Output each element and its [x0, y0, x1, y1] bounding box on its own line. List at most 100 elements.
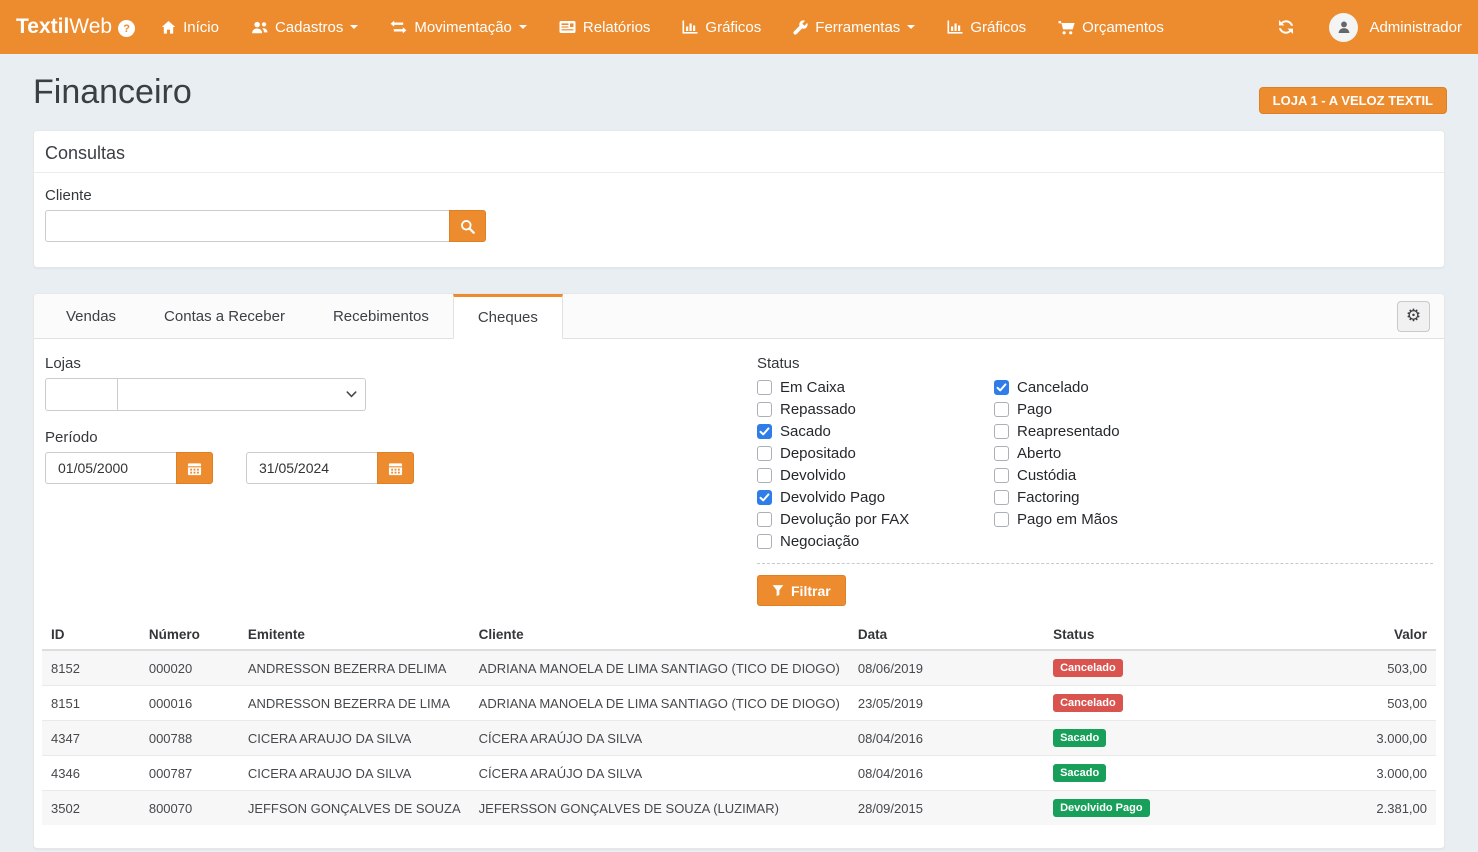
nav-item-label: Cadastros: [275, 19, 343, 36]
cell-emitente: ANDRESSON BEZERRA DELIMA: [239, 650, 470, 686]
user-avatar[interactable]: [1329, 13, 1358, 42]
cell-cliente: ADRIANA MANOELA DE LIMA SANTIAGO (TICO D…: [470, 686, 849, 721]
cell-id: 8152: [42, 650, 140, 686]
date-from-input[interactable]: [45, 452, 176, 484]
date-from-group: [45, 452, 213, 484]
checkbox[interactable]: [994, 424, 1009, 439]
date-to-calendar-button[interactable]: [377, 452, 414, 484]
filters-area: Lojas Período: [34, 355, 1444, 606]
checkbox[interactable]: [994, 446, 1009, 461]
gear-icon: ⚙: [1406, 308, 1421, 325]
filtrar-button[interactable]: Filtrar: [757, 575, 846, 606]
checkbox[interactable]: [994, 468, 1009, 483]
nav-item-graficos-1[interactable]: Gráficos: [666, 0, 777, 54]
checkbox-label: Em Caixa: [780, 379, 845, 396]
consultas-body: Cliente: [34, 173, 1444, 267]
store-button[interactable]: LOJA 1 - A VELOZ TEXTIL: [1259, 87, 1447, 114]
checkbox-label: Pago: [1017, 401, 1052, 418]
calendar-icon: [388, 461, 403, 476]
home-icon: [161, 20, 176, 35]
status-checkbox-pago[interactable]: Pago: [994, 402, 1120, 417]
status-checkbox-sacado[interactable]: Sacado: [757, 424, 994, 439]
table-header-row: ID Número Emitente Cliente Data Status V…: [42, 620, 1436, 650]
checkbox[interactable]: [757, 446, 772, 461]
checkbox[interactable]: [757, 424, 772, 439]
user-name[interactable]: Administrador: [1369, 19, 1462, 36]
table-row[interactable]: 3502 800070 JEFFSON GONÇALVES DE SOUZA J…: [42, 791, 1436, 826]
chart-icon: [682, 20, 698, 34]
status-checkbox-depositado[interactable]: Depositado: [757, 446, 994, 461]
checkbox-label: Factoring: [1017, 489, 1080, 506]
status-checkbox-custodia[interactable]: Custódia: [994, 468, 1120, 483]
column-header-data: Data: [849, 620, 1044, 650]
refresh-icon[interactable]: [1271, 13, 1301, 41]
cell-id: 8151: [42, 686, 140, 721]
nav-item-movimentacao[interactable]: Movimentação: [374, 0, 543, 54]
tab-cheques[interactable]: Cheques: [453, 294, 563, 339]
nav-item-cadastros[interactable]: Cadastros: [235, 0, 374, 54]
checkbox-label: Depositado: [780, 445, 856, 462]
loja-select[interactable]: [117, 378, 366, 411]
checkbox-label: Sacado: [780, 423, 831, 440]
cell-id: 4347: [42, 721, 140, 756]
checkbox[interactable]: [994, 402, 1009, 417]
consultas-title: Consultas: [34, 131, 1444, 173]
status-checkbox-em-caixa[interactable]: Em Caixa: [757, 380, 994, 395]
status-checkbox-factoring[interactable]: Factoring: [994, 490, 1120, 505]
nav-item-relatorios[interactable]: Relatórios: [543, 0, 667, 54]
cell-data: 08/04/2016: [849, 721, 1044, 756]
table-row[interactable]: 8152 000020 ANDRESSON BEZERRA DELIMA ADR…: [42, 650, 1436, 686]
checkbox[interactable]: [757, 512, 772, 527]
table-row[interactable]: 4346 000787 CICERA ARAUJO DA SILVA CÍCER…: [42, 756, 1436, 791]
tab-vendas[interactable]: Vendas: [42, 294, 140, 338]
table-row[interactable]: 4347 000788 CICERA ARAUJO DA SILVA CÍCER…: [42, 721, 1436, 756]
status-checkbox-devolvido[interactable]: Devolvido: [757, 468, 994, 483]
nav-item-label: Relatórios: [583, 19, 651, 36]
help-icon[interactable]: ?: [118, 20, 135, 37]
checkbox[interactable]: [757, 490, 772, 505]
cell-numero: 000020: [140, 650, 239, 686]
status-filter-section: Status Em Caixa Repassado Sacado Deposit…: [757, 355, 1433, 606]
checkbox[interactable]: [994, 512, 1009, 527]
nav-item-orcamentos[interactable]: Orçamentos: [1042, 0, 1180, 54]
cell-data: 08/04/2016: [849, 756, 1044, 791]
table-row[interactable]: 8151 000016 ANDRESSON BEZERRA DE LIMA AD…: [42, 686, 1436, 721]
nav-item-label: Gráficos: [705, 19, 761, 36]
checkbox[interactable]: [757, 468, 772, 483]
cliente-input[interactable]: [45, 210, 449, 242]
checkbox[interactable]: [757, 534, 772, 549]
nav-item-graficos-2[interactable]: Gráficos: [931, 0, 1042, 54]
status-checkbox-devolvido-pago[interactable]: Devolvido Pago: [757, 490, 994, 505]
status-checkbox-devolucao-por-fax[interactable]: Devolução por FAX: [757, 512, 994, 527]
nav-item-label: Movimentação: [414, 19, 512, 36]
nav-item-ferramentas[interactable]: Ferramentas: [777, 0, 931, 54]
cliente-search-button[interactable]: [449, 210, 486, 242]
nav-item-inicio[interactable]: Início: [145, 0, 235, 54]
status-checkbox-pago-em-maos[interactable]: Pago em Mãos: [994, 512, 1120, 527]
status-checkbox-repassado[interactable]: Repassado: [757, 402, 994, 417]
column-header-cliente: Cliente: [470, 620, 849, 650]
checkbox[interactable]: [994, 380, 1009, 395]
column-header-emitente: Emitente: [239, 620, 470, 650]
cell-data: 23/05/2019: [849, 686, 1044, 721]
date-to-group: [246, 452, 414, 484]
cliente-input-group: [45, 210, 486, 242]
date-from-calendar-button[interactable]: [176, 452, 213, 484]
settings-button[interactable]: ⚙: [1397, 301, 1430, 332]
loja-code-input[interactable]: [45, 378, 118, 411]
brand-logo[interactable]: TextilWeb ?: [16, 15, 135, 39]
checkbox[interactable]: [757, 380, 772, 395]
tab-recebimentos[interactable]: Recebimentos: [309, 294, 453, 338]
brand-regular: Web: [69, 15, 112, 39]
checkbox[interactable]: [757, 402, 772, 417]
status-checkbox-cancelado[interactable]: Cancelado: [994, 380, 1120, 395]
status-checkbox-reapresentado[interactable]: Reapresentado: [994, 424, 1120, 439]
tab-contas-a-receber[interactable]: Contas a Receber: [140, 294, 309, 338]
checkbox[interactable]: [994, 490, 1009, 505]
status-checkbox-negociacao[interactable]: Negociação: [757, 534, 994, 549]
status-checkbox-aberto[interactable]: Aberto: [994, 446, 1120, 461]
checkbox-label: Aberto: [1017, 445, 1061, 462]
date-to-input[interactable]: [246, 452, 377, 484]
cell-valor: 503,00: [1325, 650, 1436, 686]
cliente-label: Cliente: [45, 187, 1433, 204]
